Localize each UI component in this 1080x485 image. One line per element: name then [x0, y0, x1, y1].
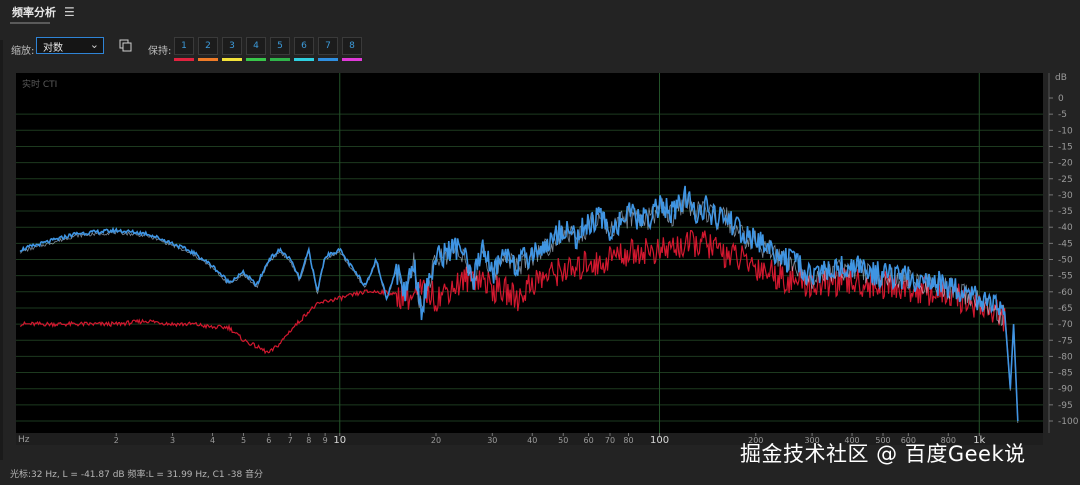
x-tick-label: 50 [558, 436, 568, 445]
panel-title: 频率分析 [12, 6, 56, 19]
spectrum-chart: 实时 CTI dB 0 -5 -10 -15 -20 -25 -30 -35 -40 -45 -50 -5… [16, 73, 1079, 445]
hold-label: 保持: [148, 46, 172, 57]
hamburger-menu-icon[interactable]: ☰ [64, 5, 75, 19]
status-bar: 光标:32 Hz, L = -41.87 dB 频率:L = 31.99 Hz,… [10, 470, 264, 480]
x-tick-label: 30 [487, 436, 497, 445]
hold-color-bar-5 [270, 58, 290, 61]
y-tick-label: -60 [1058, 288, 1073, 298]
x-tick-label: 8 [306, 436, 311, 445]
zoom-label: 缩放: [11, 46, 35, 57]
overlay-label: 实时 CTI [22, 78, 57, 90]
x-tick-label: 10 [333, 435, 346, 445]
y-tick-label: -25 [1058, 175, 1073, 185]
spectrum-plot[interactable]: 实时 CTI dB 0 -5 -10 -15 -20 -25 -30 -35 -40 -45 -50 -5… [16, 73, 1079, 445]
x-tick-label: 80 [623, 436, 633, 445]
x-tick-label: 3 [170, 436, 175, 445]
hold-color-bar-8 [342, 58, 362, 61]
y-axis-unit: dB [1055, 73, 1067, 83]
y-tick-label: -85 [1058, 369, 1073, 379]
x-tick-label: 2 [114, 436, 119, 445]
hold-color-bar-6 [294, 58, 314, 61]
x-tick-label: 60 [583, 436, 593, 445]
y-tick-label: -80 [1058, 352, 1073, 362]
hold-button-5[interactable]: 5 [270, 37, 290, 55]
hold-button-1[interactable]: 1 [174, 37, 194, 55]
hold-color-bar-3 [222, 58, 242, 61]
hold-button-2[interactable]: 2 [198, 37, 218, 55]
x-tick-label: 7 [288, 436, 293, 445]
hold-button-4[interactable]: 4 [246, 37, 266, 55]
zoom-selected-value: 对数 [43, 43, 63, 54]
hold-button-6[interactable]: 6 [294, 37, 314, 55]
y-tick-label: -15 [1058, 142, 1073, 152]
y-tick-label: 0 [1058, 94, 1064, 104]
y-tick-label: -95 [1058, 401, 1073, 411]
y-tick-label: -50 [1058, 256, 1073, 266]
y-tick-label: -90 [1058, 385, 1073, 395]
x-axis-unit: Hz [18, 435, 30, 445]
active-tab-indicator [10, 22, 50, 24]
hold-color-bar-2 [198, 58, 218, 61]
zoom-dropdown[interactable]: 对数 ⌄ [36, 37, 104, 54]
hold-color-bar-7 [318, 58, 338, 61]
hold-color-bar-1 [174, 58, 194, 61]
x-tick-label: 4 [210, 436, 215, 445]
hold-button-7[interactable]: 7 [318, 37, 338, 55]
y-tick-label: -10 [1058, 126, 1073, 136]
watermark-text: 掘金技术社区 @ 百度Geek说 [740, 442, 1026, 466]
x-tick-label: 40 [527, 436, 537, 445]
y-tick-label: -30 [1058, 191, 1073, 201]
y-tick-label: -70 [1058, 320, 1073, 330]
x-tick-label: 100 [650, 435, 669, 445]
copy-icon[interactable] [119, 39, 133, 53]
hold-color-bar-4 [246, 58, 266, 61]
hold-button-3[interactable]: 3 [222, 37, 242, 55]
x-tick-label: 6 [266, 436, 271, 445]
panel-header: 频率分析 ☰ [0, 0, 1080, 24]
toolbar: 缩放: 对数 ⌄ 保持: 12345678 [0, 36, 1080, 66]
y-tick-label: -75 [1058, 336, 1073, 346]
y-tick-label: -100 [1058, 417, 1079, 427]
y-tick-label: -45 [1058, 239, 1073, 249]
x-tick-label: 70 [605, 436, 615, 445]
y-tick-label: -40 [1058, 223, 1073, 233]
y-tick-label: -5 [1058, 110, 1067, 120]
y-tick-label: -65 [1058, 304, 1073, 314]
x-tick-label: 20 [431, 436, 441, 445]
panel-edge [0, 40, 3, 460]
y-tick-label: -20 [1058, 159, 1073, 169]
x-tick-label: 9 [323, 436, 328, 445]
x-tick-label: 5 [241, 436, 246, 445]
y-tick-label: -35 [1058, 207, 1073, 217]
chevron-down-icon: ⌄ [89, 38, 99, 51]
y-tick-label: -55 [1058, 272, 1073, 282]
hold-button-8[interactable]: 8 [342, 37, 362, 55]
